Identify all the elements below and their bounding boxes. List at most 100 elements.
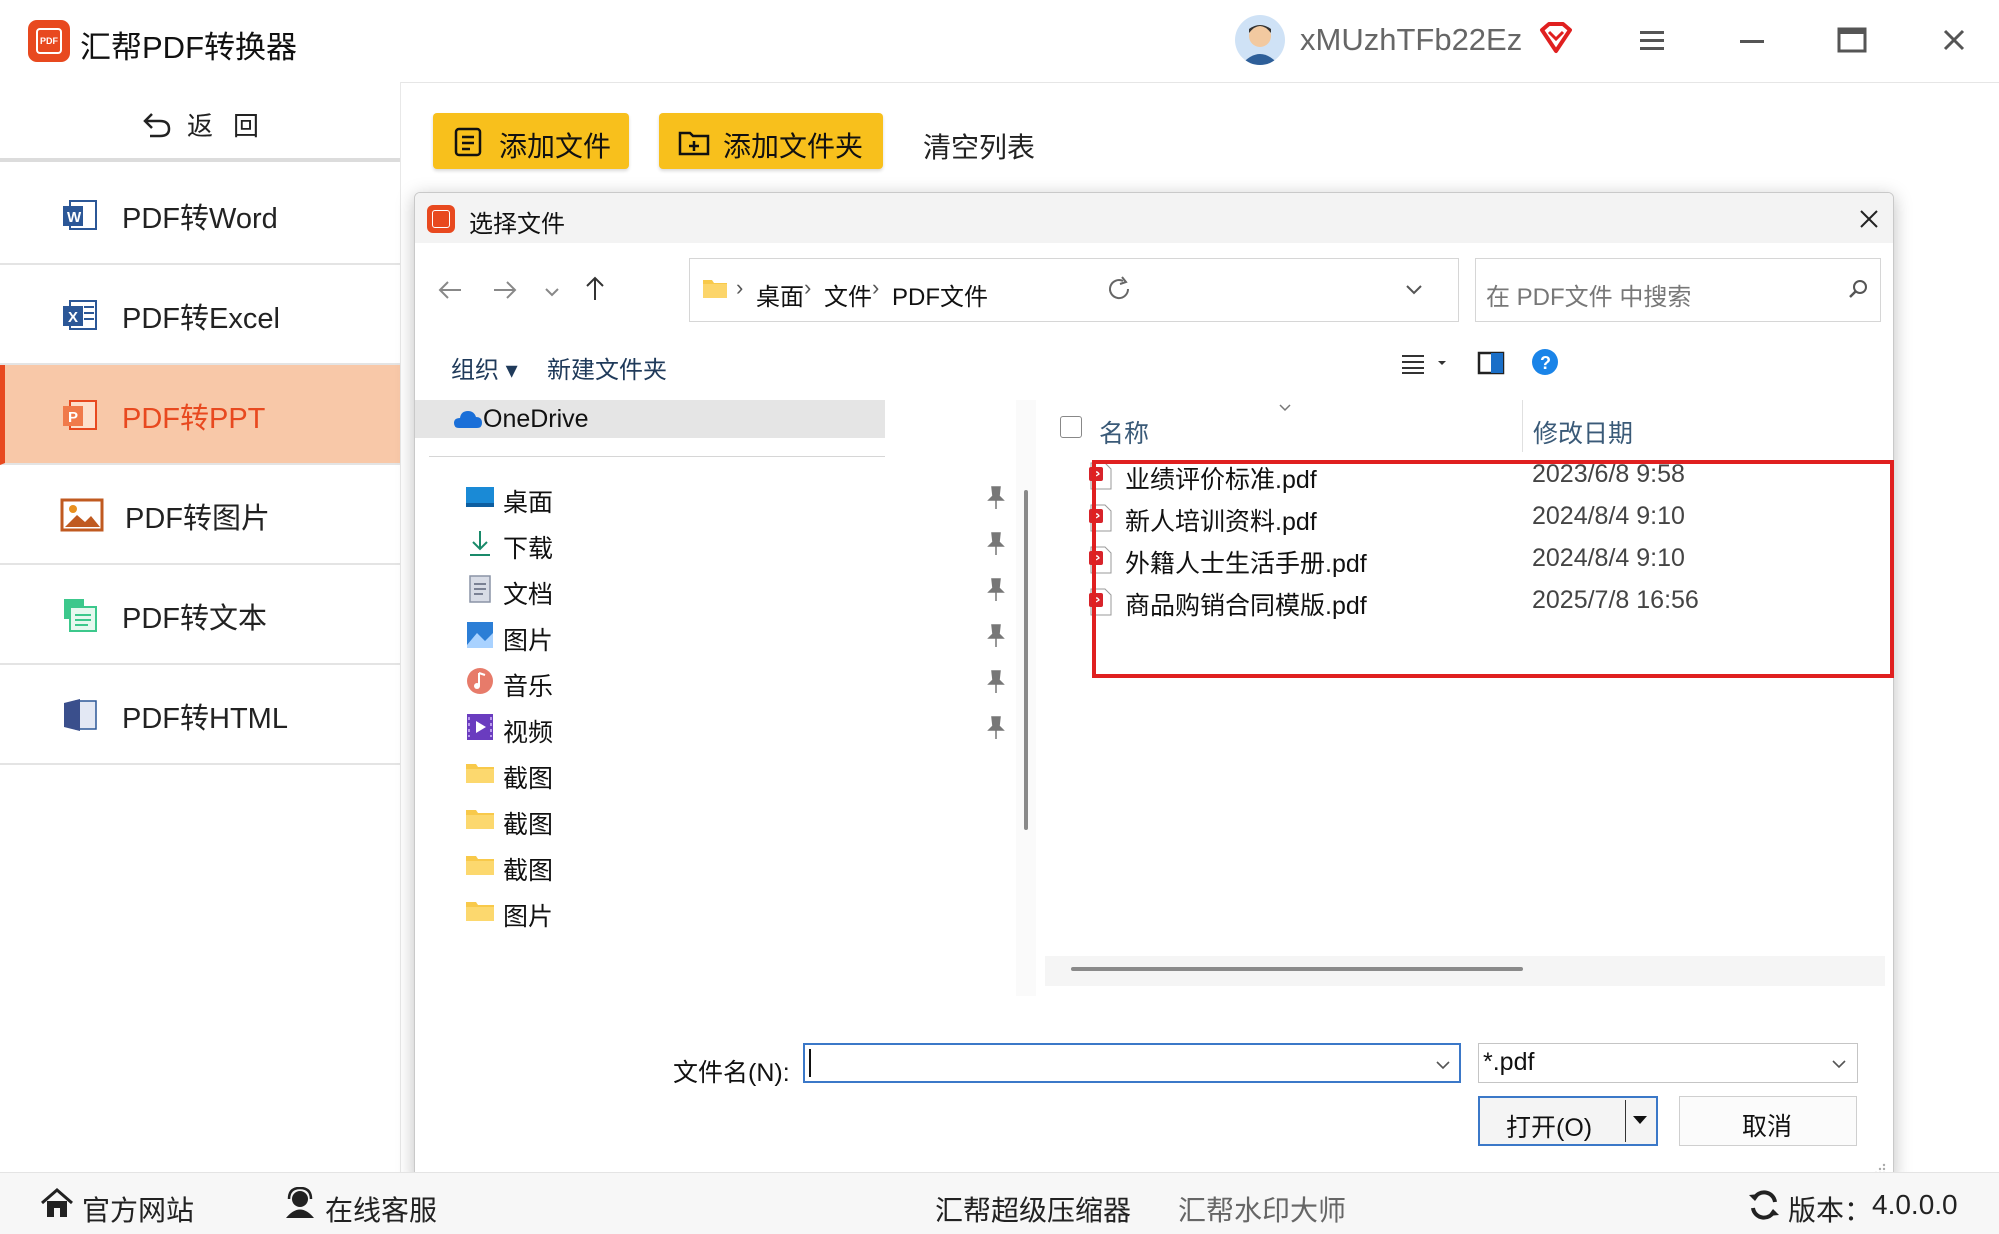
footer-bar: 官方网站 在线客服 汇帮超级压缩器 汇帮水印大师 版本： 4.0.0.0 xyxy=(0,1172,1999,1234)
tree-item-documents[interactable]: 文档 xyxy=(415,567,1015,613)
tree-item-screenshots-2[interactable]: 截图 xyxy=(415,797,1015,843)
new-folder-button[interactable]: 新建文件夹 xyxy=(547,350,667,385)
up-nav-icon[interactable] xyxy=(580,273,610,303)
tree-item-label: 文档 xyxy=(503,581,554,609)
filetype-select[interactable]: *.pdf xyxy=(1478,1043,1858,1083)
tree-scrollbar[interactable] xyxy=(1016,400,1036,996)
avatar[interactable] xyxy=(1235,15,1285,65)
breadcrumb-item[interactable]: 桌面 xyxy=(756,277,804,312)
cancel-label: 取消 xyxy=(1742,1113,1793,1141)
refresh-icon[interactable] xyxy=(1105,275,1133,303)
sidebar-item-pdf-to-html[interactable]: PDF转HTML xyxy=(0,665,400,765)
column-header-modified[interactable]: 修改日期 xyxy=(1533,414,1633,450)
breadcrumb-item[interactable]: 文件 xyxy=(824,277,872,312)
breadcrumb-item[interactable]: PDF文件 xyxy=(892,277,988,312)
filename-chevron-down-icon[interactable] xyxy=(1433,1055,1453,1075)
forward-nav-icon[interactable] xyxy=(490,275,520,305)
watermark-link[interactable]: 汇帮水印大师 xyxy=(1178,1189,1346,1229)
folder-icon xyxy=(466,856,494,875)
tree-item-desktop[interactable]: 桌面 xyxy=(415,475,1015,521)
select-all-checkbox[interactable] xyxy=(1060,416,1082,438)
tree-item-music[interactable]: 音乐 xyxy=(415,659,1015,705)
search-input[interactable]: 在 PDF文件 中搜索 xyxy=(1475,258,1881,322)
home-icon xyxy=(41,1188,73,1217)
online-support-link[interactable]: 在线客服 xyxy=(325,1189,437,1229)
maximize-icon[interactable] xyxy=(1832,20,1872,60)
preview-pane-icon[interactable] xyxy=(1477,351,1505,375)
search-placeholder: 在 PDF文件 中搜索 xyxy=(1486,284,1692,311)
address-chevron-down-icon[interactable] xyxy=(1402,277,1426,301)
add-folder-label: 添加文件夹 xyxy=(723,131,864,162)
close-icon[interactable] xyxy=(1934,20,1974,60)
search-icon[interactable] xyxy=(1846,277,1870,301)
minimize-icon[interactable] xyxy=(1732,20,1772,60)
ppt-icon: P xyxy=(63,400,97,430)
video-icon xyxy=(467,714,493,740)
username[interactable]: xMUzhTFb22Ez xyxy=(1300,22,1522,58)
breadcrumb-separator: › xyxy=(872,275,880,300)
pin-icon[interactable] xyxy=(985,715,1007,741)
pin-icon[interactable] xyxy=(985,669,1007,695)
compressor-link[interactable]: 汇帮超级压缩器 xyxy=(935,1189,1131,1229)
sort-chevron-down-icon xyxy=(1279,404,1291,412)
breadcrumb-separator: › xyxy=(804,275,812,300)
dialog-app-icon xyxy=(427,205,455,233)
sidebar-item-pdf-to-text[interactable]: PDF转文本 xyxy=(0,565,400,665)
back-nav-icon[interactable] xyxy=(435,275,465,305)
dialog-close-icon[interactable] xyxy=(1855,205,1883,238)
folder-icon xyxy=(466,764,494,783)
update-icon xyxy=(1749,1190,1779,1220)
back-label: 返回 xyxy=(187,111,280,141)
tree-item-pictures-folder[interactable]: 图片 xyxy=(415,889,1015,935)
filetype-chevron-down-icon xyxy=(1832,1060,1846,1069)
breadcrumb-separator: › xyxy=(736,275,744,300)
open-label: 打开(O) xyxy=(1506,1114,1593,1142)
excel-icon: X xyxy=(63,300,97,330)
help-icon[interactable]: ? xyxy=(1530,347,1560,377)
menu-icon[interactable] xyxy=(1632,20,1672,60)
text-caret xyxy=(809,1049,811,1077)
sidebar-item-pdf-to-word[interactable]: W PDF转Word xyxy=(0,165,400,265)
cancel-button[interactable]: 取消 xyxy=(1679,1096,1857,1146)
dialog-title: 选择文件 xyxy=(469,211,565,238)
add-file-button[interactable]: 添加文件 xyxy=(433,113,629,169)
open-dropdown-arrow-icon[interactable] xyxy=(1630,1112,1650,1128)
add-folder-button[interactable]: 添加文件夹 xyxy=(659,113,883,169)
word-icon: W xyxy=(63,200,97,230)
svg-text:?: ? xyxy=(1540,353,1551,373)
sidebar-item-pdf-to-excel[interactable]: X PDF转Excel xyxy=(0,265,400,365)
recent-chevron-down-icon[interactable] xyxy=(540,279,564,303)
back-arrow-icon xyxy=(143,113,171,138)
html-icon xyxy=(64,699,97,731)
organize-menu[interactable]: 组织 ▾ xyxy=(451,350,518,385)
sidebar-item-pdf-to-ppt[interactable]: P PDF转PPT xyxy=(0,365,400,465)
folder-icon xyxy=(703,280,727,298)
folder-icon xyxy=(466,810,494,829)
open-button[interactable]: 打开(O) xyxy=(1478,1096,1658,1146)
organize-label: 组织 xyxy=(451,357,499,384)
clear-list-button[interactable]: 清空列表 xyxy=(923,126,1035,166)
tree-item-screenshots-3[interactable]: 截图 xyxy=(415,843,1015,889)
tree-item-downloads[interactable]: 下载 xyxy=(415,521,1015,567)
pin-icon[interactable] xyxy=(985,531,1007,557)
horizontal-scrollbar[interactable] xyxy=(1045,956,1885,986)
tree-item-onedrive[interactable]: OneDrive xyxy=(415,400,885,438)
official-website-link[interactable]: 官方网站 xyxy=(82,1189,194,1229)
version-value: 4.0.0.0 xyxy=(1872,1189,1958,1220)
tree-item-pictures[interactable]: 图片 xyxy=(415,613,1015,659)
sidebar-item-pdf-to-image[interactable]: PDF转图片 xyxy=(0,465,400,565)
tree-item-videos[interactable]: 视频 xyxy=(415,705,1015,751)
column-header-name[interactable]: 名称 xyxy=(1099,414,1149,450)
pin-icon[interactable] xyxy=(985,623,1007,649)
vip-diamond-icon[interactable] xyxy=(1538,20,1574,61)
filename-input[interactable] xyxy=(803,1043,1461,1083)
text-icon xyxy=(64,599,97,632)
version-label: 版本： xyxy=(1788,1195,1873,1226)
address-bar[interactable]: › 桌面 › 文件 › PDF文件 xyxy=(689,258,1459,322)
pin-icon[interactable] xyxy=(985,485,1007,511)
column-divider xyxy=(1522,400,1523,452)
svg-text:X: X xyxy=(68,309,78,326)
pin-icon[interactable] xyxy=(985,577,1007,603)
tree-item-screenshots-1[interactable]: 截图 xyxy=(415,751,1015,797)
view-options-icon[interactable] xyxy=(1400,351,1450,375)
